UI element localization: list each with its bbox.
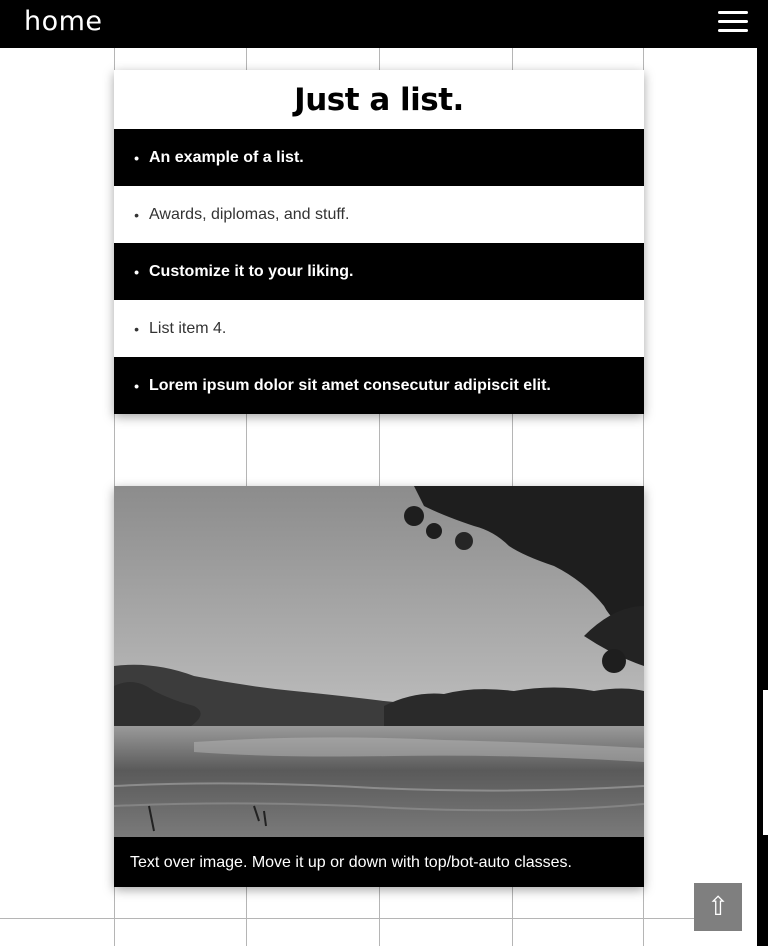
list-item-label: Lorem ipsum dolor sit amet consecutur ad… bbox=[149, 376, 551, 394]
hamburger-menu-icon[interactable] bbox=[718, 11, 748, 37]
bullet-icon: • bbox=[134, 320, 139, 337]
up-arrow-icon[interactable]: ⇧ bbox=[694, 883, 742, 931]
lake-photo bbox=[114, 486, 644, 837]
list-item: • Customize it to your liking. bbox=[114, 243, 644, 300]
top-nav-bar: home bbox=[0, 0, 768, 48]
list-item-label: List item 4. bbox=[149, 319, 227, 337]
list-card: Just a list. • An example of a list. • Awar… bbox=[114, 70, 644, 414]
bullet-icon: • bbox=[134, 149, 139, 166]
bullet-icon: • bbox=[134, 263, 139, 280]
list-item-label: Customize it to your liking. bbox=[149, 262, 354, 280]
list-title: Just a list. bbox=[294, 82, 464, 118]
list-item-label: Awards, diplomas, and stuff. bbox=[149, 205, 350, 223]
bullet-icon: • bbox=[134, 377, 139, 394]
scrollbar-thumb[interactable] bbox=[763, 690, 768, 835]
list-item: • Awards, diplomas, and stuff. bbox=[114, 186, 644, 243]
list-item-label: An example of a list. bbox=[149, 148, 304, 166]
image-caption: Text over image. Move it up or down with… bbox=[114, 837, 644, 887]
list: • An example of a list. • Awards, diplomas,… bbox=[114, 129, 644, 414]
bullet-icon: • bbox=[134, 206, 139, 223]
grid-line bbox=[0, 918, 694, 919]
home-link[interactable]: home bbox=[24, 6, 103, 37]
list-item: • List item 4. bbox=[114, 300, 644, 357]
list-item: • An example of a list. bbox=[114, 129, 644, 186]
image-card: Text over image. Move it up or down with… bbox=[114, 486, 644, 887]
list-item: • Lorem ipsum dolor sit amet consecutur a… bbox=[114, 357, 644, 414]
